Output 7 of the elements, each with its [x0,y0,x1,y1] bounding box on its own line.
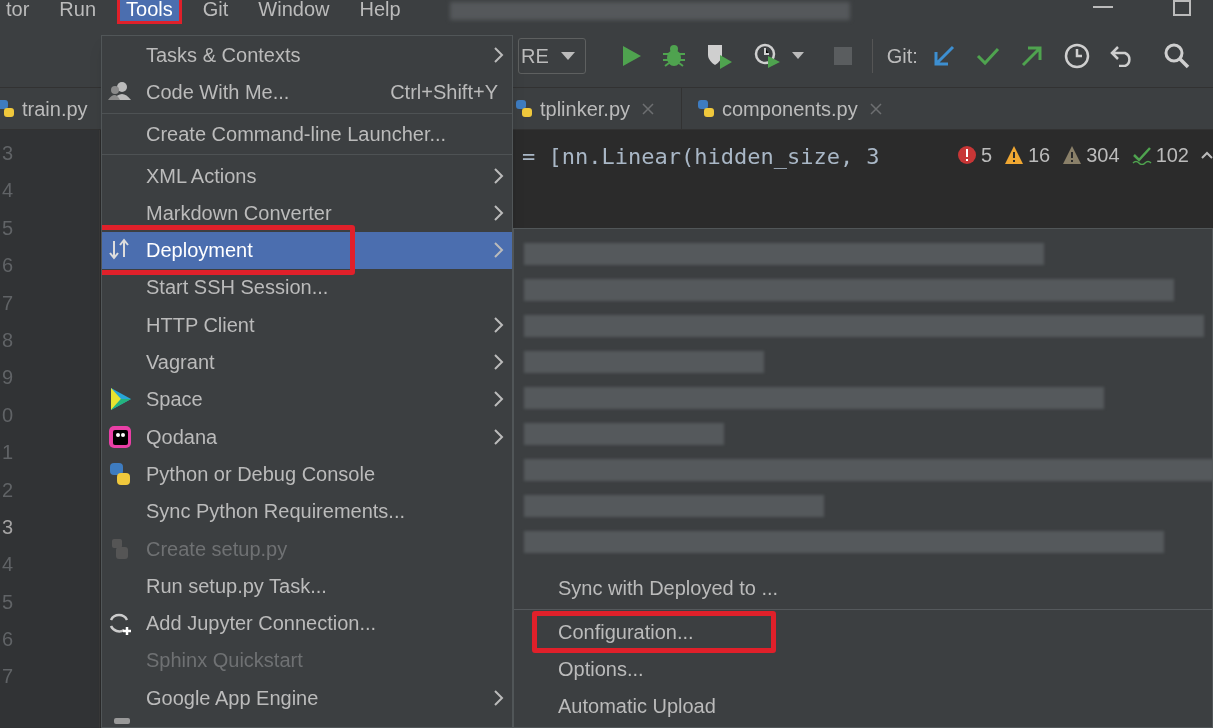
git-label: Git: [886,43,918,69]
inspection-count: 102 [1155,143,1189,168]
inspection-count: 16 [1028,143,1051,168]
line-number: 3 [1,514,15,540]
inspection-count: 5 [980,143,992,168]
code-line: = [nn.Linear(hidden_size, 3 [522,143,880,171]
inspection-count: 304 [1086,143,1120,168]
